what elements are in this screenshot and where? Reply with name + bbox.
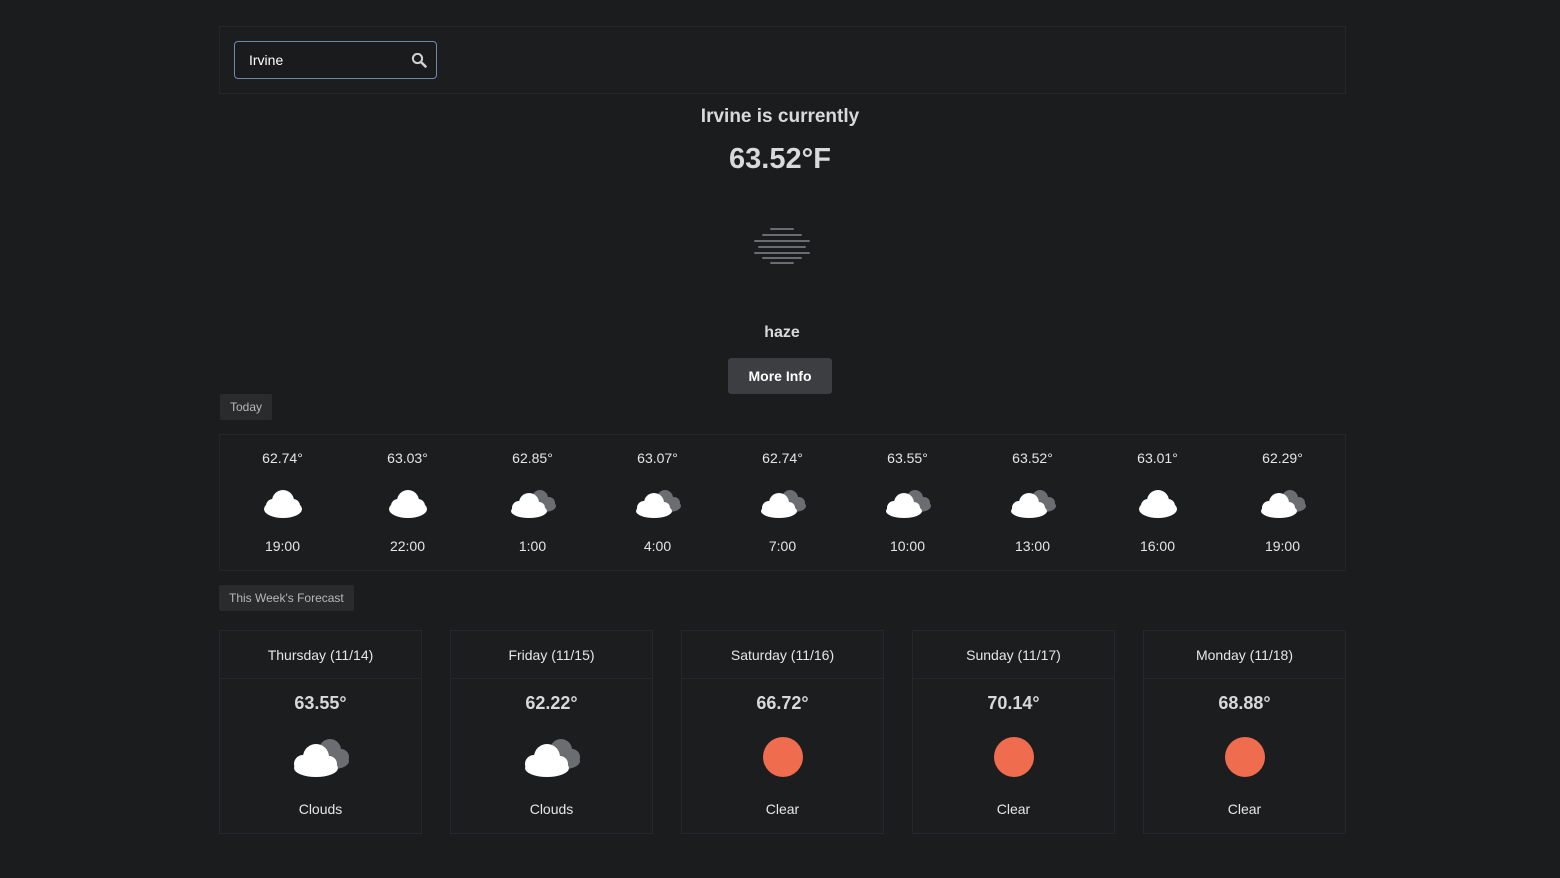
search-box[interactable] xyxy=(234,41,437,79)
hourly-temp: 63.52° xyxy=(1012,450,1053,466)
search-panel xyxy=(219,26,1346,94)
hourly-item: 62.85° 1:00 xyxy=(470,435,595,570)
clouds-icon xyxy=(511,490,556,518)
clouds-icon xyxy=(525,739,580,777)
more-info-button[interactable]: More Info xyxy=(728,358,832,394)
hourly-temp: 62.85° xyxy=(512,450,553,466)
current-description: haze xyxy=(764,324,800,341)
hourly-temp: 63.55° xyxy=(887,450,928,466)
day-temp: 62.22° xyxy=(525,693,578,713)
cloud-icon xyxy=(389,490,427,518)
day-name: Sunday (11/17) xyxy=(913,631,1114,679)
week-forecast-label: This Week's Forecast xyxy=(219,585,354,611)
sun-icon xyxy=(994,737,1034,777)
hourly-time: 19:00 xyxy=(264,538,301,554)
day-temp: 63.55° xyxy=(294,693,347,713)
day-name: Monday (11/18) xyxy=(1144,631,1345,679)
hourly-item: 62.29° 19:00 xyxy=(1220,435,1345,570)
day-temp: 66.72° xyxy=(756,693,809,713)
day-name: Saturday (11/16) xyxy=(682,631,883,679)
hourly-item: 62.74° 19:00 xyxy=(220,435,345,570)
clouds-icon xyxy=(761,490,806,518)
day-card: Saturday (11/16) 66.72° Clear xyxy=(681,630,884,834)
day-temp: 68.88° xyxy=(1218,693,1271,713)
hourly-temp: 62.74° xyxy=(762,450,803,466)
hourly-temp: 62.29° xyxy=(1262,450,1303,466)
cloud-icon xyxy=(1139,490,1177,518)
hourly-temp: 62.74° xyxy=(262,450,303,466)
clouds-icon xyxy=(636,490,681,518)
hourly-time: 1:00 xyxy=(518,538,547,554)
clouds-icon xyxy=(1011,490,1056,518)
today-label: Today xyxy=(220,394,273,420)
day-description: Clouds xyxy=(298,801,343,817)
hourly-item: 63.52° 13:00 xyxy=(970,435,1095,570)
hourly-forecast: 62.74° 19:00 63.03° 22:00 62.85° 1:00 63… xyxy=(219,434,1346,571)
hourly-time: 13:00 xyxy=(1014,538,1051,554)
hourly-item: 63.07° 4:00 xyxy=(595,435,720,570)
day-card: Thursday (11/14) 63.55° Clouds xyxy=(219,630,422,834)
hourly-time: 4:00 xyxy=(643,538,672,554)
day-name: Thursday (11/14) xyxy=(220,631,421,679)
hourly-time: 10:00 xyxy=(889,538,926,554)
hourly-item: 63.55° 10:00 xyxy=(845,435,970,570)
hourly-item: 63.03° 22:00 xyxy=(345,435,470,570)
hourly-temp: 63.01° xyxy=(1137,450,1178,466)
current-temperature: 63.52°F xyxy=(729,143,831,175)
day-description: Clear xyxy=(1227,801,1262,817)
day-card: Sunday (11/17) 70.14° Clear xyxy=(912,630,1115,834)
hourly-item: 63.01° 16:00 xyxy=(1095,435,1220,570)
hourly-time: 19:00 xyxy=(1264,538,1301,554)
sun-icon xyxy=(763,737,803,777)
hourly-item: 62.74° 7:00 xyxy=(720,435,845,570)
sun-icon xyxy=(1225,737,1265,777)
hourly-time: 16:00 xyxy=(1139,538,1176,554)
day-description: Clear xyxy=(765,801,800,817)
day-name: Friday (11/15) xyxy=(451,631,652,679)
clouds-icon xyxy=(1261,490,1306,518)
day-card: Friday (11/15) 62.22° Clouds xyxy=(450,630,653,834)
day-temp: 70.14° xyxy=(987,693,1040,713)
hourly-temp: 63.07° xyxy=(637,450,678,466)
hourly-time: 7:00 xyxy=(768,538,797,554)
hourly-time: 22:00 xyxy=(389,538,426,554)
clouds-icon xyxy=(294,739,349,777)
search-icon[interactable] xyxy=(411,52,427,68)
search-input[interactable] xyxy=(235,42,405,78)
day-description: Clear xyxy=(996,801,1031,817)
cloud-icon xyxy=(264,490,302,518)
day-card: Monday (11/18) 68.88° Clear xyxy=(1143,630,1346,834)
clouds-icon xyxy=(886,490,931,518)
haze-icon xyxy=(754,228,810,264)
current-title: Irvine is currently xyxy=(700,106,860,127)
day-description: Clouds xyxy=(529,801,574,817)
hourly-temp: 63.03° xyxy=(387,450,428,466)
